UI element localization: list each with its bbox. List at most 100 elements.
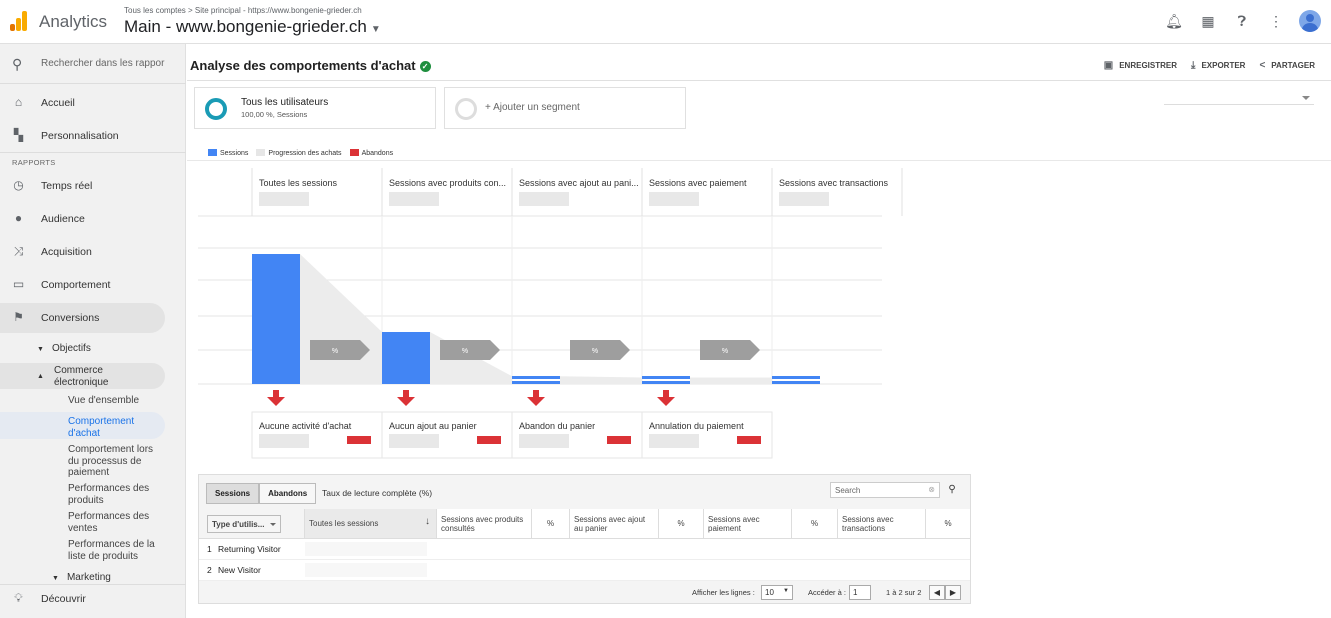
sidebar-item-label: Marketing: [66, 572, 111, 583]
analytics-logo-icon[interactable]: [10, 11, 28, 31]
abandon-value-placeholder: [259, 434, 309, 448]
table-search-input[interactable]: Search ⊗: [830, 482, 940, 498]
clear-icon[interactable]: ⊗: [928, 485, 935, 494]
progression-percent-label: %: [592, 348, 598, 355]
stage-header-label: Sessions avec ajout au pani...: [519, 178, 639, 188]
sidebar-item-shopping-behaviour[interactable]: Comportement d'achat: [68, 416, 158, 439]
progression-arrow: [440, 340, 500, 360]
add-segment-label: + Ajouter un segment: [485, 102, 580, 113]
avatar[interactable]: [1299, 10, 1321, 32]
property-selector[interactable]: Main - www.bongenie-grieder.ch ▼: [124, 17, 381, 37]
caret-down-icon: ▼: [37, 346, 44, 353]
segment-title: Tous les utilisateurs: [241, 97, 329, 108]
share-label: PARTAGER: [1271, 61, 1315, 70]
top-bar: Analytics Tous les comptes > Site princi…: [0, 0, 1331, 44]
col-header-add-to-cart[interactable]: Sessions avec ajout au panier: [570, 509, 659, 539]
sidebar-item-realtime[interactable]: ◷ Temps réel: [0, 171, 186, 201]
dashboard-icon: ▚: [13, 128, 24, 142]
col-header-transactions[interactable]: Sessions avec transactions: [838, 509, 926, 539]
col-header-percent[interactable]: %: [659, 509, 704, 539]
more-vert-icon[interactable]: ⋮: [1265, 10, 1287, 32]
sidebar-item-checkout-behaviour[interactable]: Comportement lors du processus de paieme…: [68, 444, 158, 479]
next-page-button[interactable]: ▶: [945, 585, 961, 600]
caret-up-icon: ▲: [37, 373, 44, 380]
stage-value-placeholder: [779, 192, 829, 206]
goto-label: Accéder à :: [808, 588, 846, 597]
dimension-header: Type d'utilis...: [199, 509, 305, 539]
bell-icon[interactable]: 🔔︎: [1163, 10, 1185, 32]
breadcrumb[interactable]: Tous les comptes > Site principal - http…: [124, 6, 362, 15]
sidebar-item-home[interactable]: ⌂ Accueil: [0, 88, 186, 118]
page-range: 1 à 2 sur 2: [886, 588, 922, 597]
share-button[interactable]: < PARTAGER: [1259, 60, 1315, 71]
stage-value-placeholder: [389, 192, 439, 206]
stage-header-label: Toutes les sessions: [259, 178, 338, 188]
sidebar-item-ecommerce[interactable]: ▲ Commerce électronique: [37, 365, 157, 388]
sessions-bar: [642, 381, 690, 384]
goto-page-input[interactable]: 1: [849, 585, 871, 600]
sidebar-item-discover[interactable]: 💡︎ Découvrir: [0, 584, 186, 614]
sidebar-item-acquisition[interactable]: ⤨ Acquisition: [0, 237, 186, 267]
sessions-bar: [642, 376, 690, 379]
sidebar-item-marketing[interactable]: ▼ Marketing: [52, 572, 111, 583]
export-button[interactable]: ⤓ EXPORTER: [1191, 60, 1245, 71]
abandon-arrow-stem: [273, 390, 279, 397]
legend-item-abandons: Abandons: [349, 149, 393, 157]
sidebar-item-sales-performance[interactable]: Performances des ventes: [68, 511, 158, 534]
download-icon: ⤓: [1191, 60, 1196, 71]
search-icon[interactable]: ⚲: [944, 482, 960, 498]
tab-sessions[interactable]: Sessions: [206, 483, 260, 504]
stage-value-placeholder: [519, 192, 569, 206]
add-segment-button[interactable]: + Ajouter un segment: [444, 87, 686, 129]
legend-item-sessions: Sessions: [208, 149, 248, 157]
abandon-label: Aucun ajout au panier: [389, 421, 477, 431]
comparison-dropdown[interactable]: [1164, 91, 1314, 105]
table-row: 2 New Visitor: [199, 560, 970, 581]
rows-per-page-select[interactable]: 10 ▼: [761, 585, 793, 600]
abandon-arrow: [527, 397, 545, 406]
sidebar-item-customization[interactable]: ▚ Personnalisation: [0, 121, 186, 151]
sidebar-item-label: Temps réel: [41, 180, 93, 192]
sidebar-search-input[interactable]: Rechercher dans les rappor: [41, 58, 164, 69]
sidebar-item-label: Objectifs: [51, 343, 91, 354]
chart-legend: Sessions Progression des achats Abandons: [208, 149, 393, 157]
person-icon: ●: [14, 211, 23, 225]
progression-area: [560, 376, 642, 384]
app-name[interactable]: Analytics: [39, 12, 107, 32]
col-header-products-viewed[interactable]: Sessions avec produits consultés: [437, 509, 532, 539]
prev-page-button[interactable]: ◀: [929, 585, 945, 600]
completion-rate-label[interactable]: Taux de lecture complète (%): [322, 488, 432, 498]
sidebar-item-overview[interactable]: Vue d'ensemble: [68, 395, 139, 407]
sidebar-search[interactable]: ⚲ Rechercher dans les rappor: [0, 44, 186, 84]
row-label[interactable]: Returning Visitor: [218, 544, 281, 554]
col-header-checkout[interactable]: Sessions avec paiement: [704, 509, 792, 539]
sidebar-item-product-performance[interactable]: Performances des produits: [68, 483, 158, 506]
help-icon[interactable]: ❓︎: [1231, 10, 1253, 32]
col-header-all-sessions[interactable]: Toutes les sessions ↓: [305, 509, 437, 539]
sidebar-item-goals[interactable]: ▼ Objectifs: [37, 343, 91, 354]
row-index: 1: [207, 544, 212, 554]
sessions-bar: [772, 376, 820, 379]
segment-all-users[interactable]: Tous les utilisateurs 100,00 %, Sessions: [194, 87, 436, 129]
abandon-arrow: [267, 397, 285, 406]
abandon-value-placeholder: [649, 434, 699, 448]
tab-abandons[interactable]: Abandons: [259, 483, 317, 504]
apps-grid-icon[interactable]: ▦: [1197, 10, 1219, 32]
sidebar-item-behaviour[interactable]: ▭ Comportement: [0, 270, 186, 300]
abandon-rate-bar: [347, 436, 371, 444]
stage-header-label: Sessions avec paiement: [649, 178, 747, 188]
sidebar-item-audience[interactable]: ● Audience: [0, 204, 186, 234]
user-type-select[interactable]: Type d'utilis...: [207, 515, 281, 533]
progression-percent-label: %: [332, 348, 338, 355]
col-header-percent[interactable]: %: [926, 509, 970, 539]
col-header-percent[interactable]: %: [532, 509, 570, 539]
save-button[interactable]: ▣ ENREGISTRER: [1104, 60, 1177, 71]
abandon-value-placeholder: [519, 434, 569, 448]
row-label[interactable]: New Visitor: [218, 565, 261, 575]
sessions-bar: [252, 254, 300, 384]
segment-ring-icon: [205, 98, 227, 120]
sidebar-item-product-list-performance[interactable]: Performances de la liste de produits: [68, 539, 158, 562]
col-header-percent[interactable]: %: [792, 509, 838, 539]
sidebar-item-conversions[interactable]: ⚑ Conversions: [0, 303, 165, 333]
abandon-arrow-stem: [663, 390, 669, 397]
